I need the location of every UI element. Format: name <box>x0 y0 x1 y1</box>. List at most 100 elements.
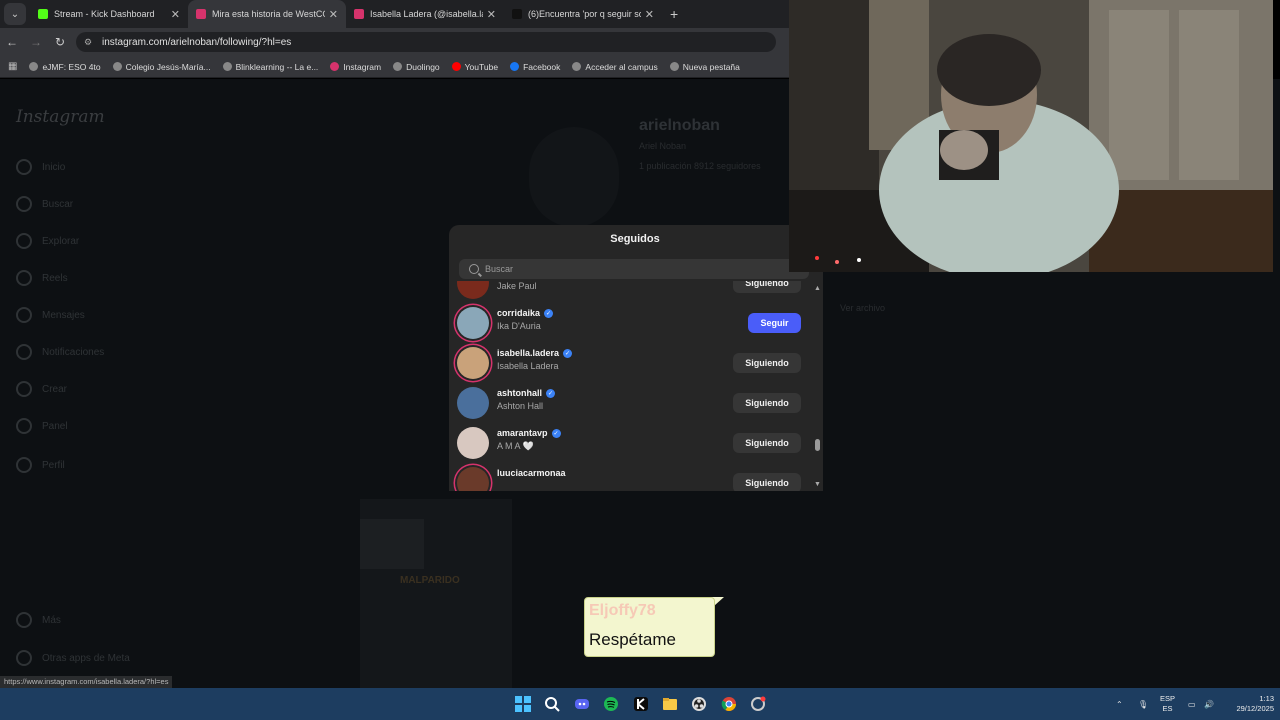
search-placeholder: Buscar <box>485 264 514 274</box>
reload-button[interactable]: ↻ <box>48 35 72 49</box>
bookmark-label: YouTube <box>464 61 499 72</box>
user-row[interactable]: luuciacarmonaa Siguiendo <box>449 463 811 491</box>
sidebar-item: Panel <box>16 418 68 434</box>
following-list[interactable]: jakepaul✓Jake PaulSiguiendo corridaika✓ Ik… <box>449 281 811 491</box>
system-clock[interactable]: 1:13 29/12/2025 <box>1222 694 1274 714</box>
user-row[interactable]: corridaika ✓ Ika D'Auria Seguir <box>449 303 811 343</box>
user-username: isabella.ladera <box>497 348 560 358</box>
clock-date: 29/12/2025 <box>1236 704 1274 713</box>
network-icon[interactable]: ▭ <box>1188 688 1196 720</box>
tab-close-icon[interactable]: ✕ <box>171 8 180 21</box>
tab-list-button[interactable]: ⌄ <box>4 3 26 25</box>
bookmark-item[interactable]: YouTube <box>451 61 499 72</box>
start-icon[interactable] <box>514 695 532 713</box>
user-username-wrap[interactable]: amarantavp ✓ <box>497 428 561 438</box>
user-username-wrap[interactable]: luuciacarmonaa <box>497 468 566 478</box>
user-username-wrap[interactable]: ashtonhall ✓ <box>497 388 556 398</box>
bookmark-label: Nueva pestaña <box>682 61 740 72</box>
windows-taskbar: ⌃ 🎙 ESP ES ▭ 🔊 1:13 29/12/2025 <box>0 688 1280 720</box>
chat-overlay: Eljoffy78 Respétame <box>584 597 715 657</box>
user-row[interactable]: jakepaul✓Jake PaulSiguiendo <box>449 281 811 303</box>
search-input[interactable]: Buscar <box>459 259 809 279</box>
user-username-wrap[interactable]: isabella.ladera ✓ <box>497 348 573 358</box>
chrome-icon[interactable] <box>720 695 738 713</box>
bookmark-item[interactable]: Colegio Jesús-María... <box>112 62 211 72</box>
following-button[interactable]: Siguiendo <box>733 393 801 413</box>
user-row[interactable]: amarantavp ✓ A M A 🤍 Siguiendo <box>449 423 811 463</box>
clock-time: 1:13 <box>1259 694 1274 703</box>
user-avatar[interactable] <box>457 307 489 339</box>
new-tab-button[interactable]: + <box>670 6 678 22</box>
site-info-icon[interactable]: ⚙ <box>84 37 94 48</box>
microphone-icon[interactable]: 🎙 <box>1138 688 1148 720</box>
sidebar-item-label: Explorar <box>42 235 80 247</box>
tab-close-icon[interactable]: ✕ <box>487 8 496 21</box>
bookmark-favicon-icon <box>330 62 340 71</box>
user-avatar[interactable] <box>457 281 489 299</box>
tray-overflow-chevron-icon[interactable]: ⌃ <box>1116 688 1123 720</box>
sidebar-item-icon <box>16 457 32 473</box>
sidebar-item-label: Perfil <box>42 459 65 471</box>
discord-icon[interactable] <box>573 695 591 713</box>
bookmark-item[interactable]: Instagram <box>330 62 381 72</box>
post-thumbnail-text: MALPARIDO <box>400 575 460 586</box>
apps-icon[interactable]: ▦ <box>8 61 17 72</box>
bookmark-item[interactable]: Nueva pestaña <box>669 61 740 72</box>
search-icon[interactable] <box>543 695 561 713</box>
sidebar-bottom-item: Más <box>16 612 61 628</box>
sidebar-item-label: Mensajes <box>42 309 85 321</box>
webcam-image <box>789 0 1273 272</box>
input-language[interactable]: ESP ES <box>1160 694 1175 714</box>
browser-tab[interactable]: Isabella Ladera (@isabella.lader ✕ <box>346 0 504 28</box>
back-button[interactable]: ← <box>0 35 24 49</box>
sidebar-item-icon <box>16 612 32 628</box>
app-notification-icon[interactable] <box>749 695 767 713</box>
file-explorer-icon[interactable] <box>661 695 679 713</box>
browser-tab-bar: ⌄ Stream - Kick Dashboard ✕ Mira esta hist… <box>0 0 790 28</box>
sidebar-item-label: Crear <box>42 383 68 395</box>
user-avatar[interactable] <box>457 387 489 419</box>
user-avatar[interactable] <box>457 347 489 379</box>
user-avatar[interactable] <box>457 427 489 459</box>
follow-button[interactable]: Seguir <box>748 313 801 333</box>
following-button[interactable]: Siguiendo <box>733 353 801 373</box>
sidebar-bottom-item: Otras apps de Meta <box>16 650 130 666</box>
tab-title: Stream - Kick Dashboard <box>54 9 155 19</box>
profile-stats: 1 publicación 8912 seguidores <box>639 161 761 171</box>
tab-close-icon[interactable]: ✕ <box>645 8 654 21</box>
volume-icon[interactable]: 🔊 <box>1204 688 1214 720</box>
search-icon <box>469 264 479 274</box>
bookmark-item[interactable]: Facebook <box>510 62 560 72</box>
following-button[interactable]: Siguiendo <box>733 281 801 293</box>
following-button[interactable]: Siguiendo <box>733 433 801 453</box>
bookmark-label: Acceder al campus <box>585 61 658 72</box>
bookmark-item[interactable]: Blinklearning -- La e... <box>222 62 318 72</box>
scroll-up-arrow-icon[interactable]: ▲ <box>814 285 821 292</box>
bookmark-favicon-icon <box>669 62 679 71</box>
obs-icon[interactable] <box>690 695 708 713</box>
instagram-logo: Instagram <box>16 107 105 127</box>
bookmark-favicon-icon <box>222 62 232 71</box>
user-row[interactable]: isabella.ladera ✓ Isabella Ladera Siguiendo <box>449 343 811 383</box>
scrollbar[interactable]: ▲ ▼ <box>811 285 823 491</box>
user-row[interactable]: ashtonhall ✓ Ashton Hall Siguiendo <box>449 383 811 423</box>
bookmark-item[interactable]: Duolingo <box>393 62 440 72</box>
bookmark-item[interactable]: eJMF: ESO 4to <box>29 62 101 72</box>
user-fullname: Ika D'Auria <box>497 321 541 331</box>
tab-close-icon[interactable]: ✕ <box>329 8 338 21</box>
spotify-icon[interactable] <box>602 695 620 713</box>
address-bar[interactable]: ⚙ instagram.com/arielnoban/following/?hl… <box>76 32 776 52</box>
bookmark-favicon-icon <box>393 62 403 71</box>
view-archive-link: Ver archivo <box>840 303 886 313</box>
scroll-down-arrow-icon[interactable]: ▼ <box>814 481 821 488</box>
following-button[interactable]: Siguiendo <box>733 473 801 491</box>
forward-button[interactable]: → <box>24 35 48 49</box>
browser-tab[interactable]: Mira esta historia de WestCOL ✕ <box>188 0 346 28</box>
bookmark-item[interactable]: Acceder al campus <box>572 61 658 72</box>
user-avatar[interactable] <box>457 467 489 491</box>
browser-tab[interactable]: (6)Encuentra 'por q seguir solo ✕ <box>504 0 662 28</box>
scrollbar-thumb[interactable] <box>815 439 820 451</box>
kick-icon[interactable] <box>632 695 650 713</box>
browser-tab[interactable]: Stream - Kick Dashboard ✕ <box>30 0 188 28</box>
user-username-wrap[interactable]: corridaika ✓ <box>497 308 554 318</box>
